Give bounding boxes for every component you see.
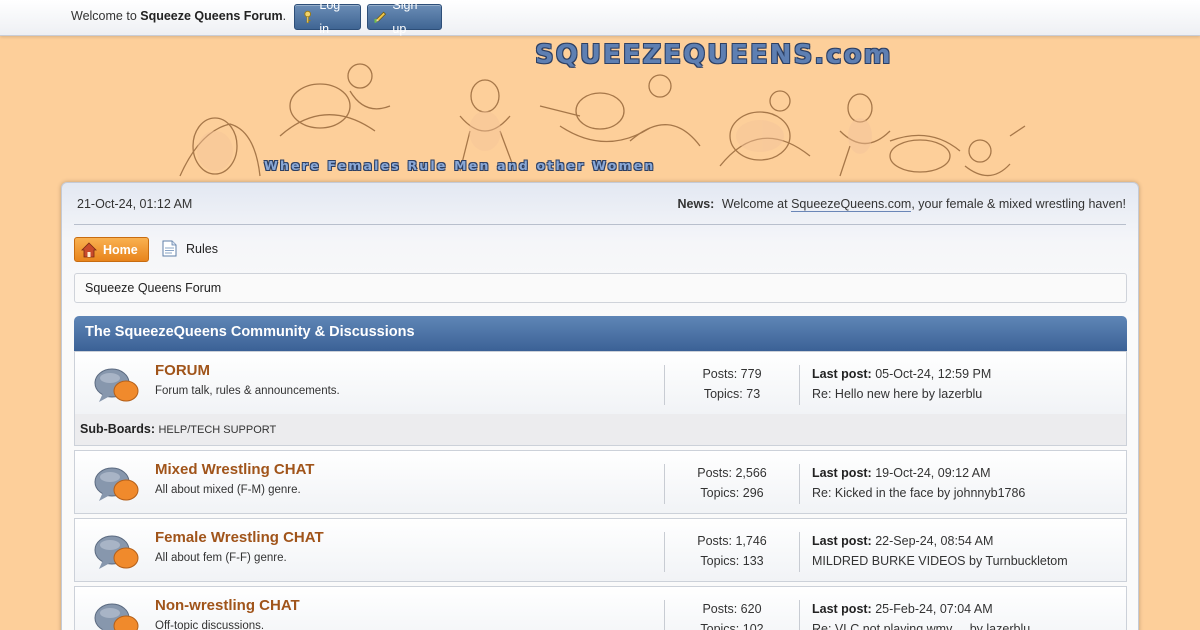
category-title[interactable]: The SqueezeQueens Community & Discussion… — [85, 324, 415, 340]
board-last-post: Last post: 22-Sep-24, 08:54 AM MILDRED B… — [812, 531, 1068, 571]
top-bar: Welcome to Squeeze Queens Forum. Log in … — [0, 0, 1200, 36]
current-date: 21-Oct-24, 01:12 AM — [77, 197, 193, 211]
chat-bubbles-icon — [94, 368, 139, 402]
document-icon — [162, 240, 177, 257]
nav-home-label: Home — [103, 242, 138, 257]
chat-bubbles-icon — [94, 535, 139, 569]
last-post-topic-link[interactable]: Re: Kicked in the face — [812, 486, 934, 500]
nav-rules-link[interactable]: Rules — [162, 240, 218, 257]
news-bar: News: Welcome at SqueezeQueens.com, your… — [677, 197, 1126, 212]
board-row: FORUM Forum talk, rules & announcements.… — [74, 351, 1127, 415]
nav-home-button[interactable]: Home — [74, 237, 149, 262]
last-post-label: Last post: — [812, 602, 872, 616]
last-post-topic-link[interactable]: Re: Hello new here — [812, 387, 918, 401]
last-post-by: by — [921, 387, 935, 401]
subboards-label: Sub-Boards: — [80, 422, 155, 436]
last-post-by: by — [937, 486, 951, 500]
divider — [74, 224, 1126, 225]
board-last-post: Last post: 19-Oct-24, 09:12 AM Re: Kicke… — [812, 463, 1025, 503]
welcome-prefix: Welcome to — [71, 9, 137, 23]
board-title-link[interactable]: Mixed Wrestling CHAT — [155, 461, 314, 478]
welcome-forum-name: Squeeze Queens Forum — [140, 9, 283, 23]
last-post-author-link[interactable]: Turnbuckletom — [985, 554, 1067, 568]
last-post-label: Last post: — [812, 367, 872, 381]
divider — [799, 532, 800, 572]
site-banner[interactable]: SQUEEZEQUEENS.com Where Females Rule Men… — [160, 36, 1040, 182]
board-posts-count: Posts: 1,746 — [697, 534, 767, 548]
board-row: Mixed Wrestling CHAT All about mixed (F-… — [74, 450, 1127, 514]
board-stats: Posts: 1,746 Topics: 133 — [665, 531, 799, 571]
divider — [799, 600, 800, 630]
subboards-row: Sub-Boards: HELP/TECH SUPPORT — [74, 414, 1127, 446]
divider — [799, 464, 800, 504]
subboard-link-help-tech-support[interactable]: HELP/TECH SUPPORT — [158, 424, 276, 436]
board-description: All about mixed (F-M) genre. — [155, 484, 301, 496]
board-last-post: Last post: 25-Feb-24, 07:04 AM Re: VLC n… — [812, 599, 1030, 630]
last-post-author-link[interactable]: lazerblu — [938, 387, 982, 401]
news-suffix: , your female & mixed wrestling haven! — [911, 197, 1126, 211]
board-row: Female Wrestling CHAT All about fem (F-F… — [74, 518, 1127, 582]
signup-button[interactable]: Sign up — [367, 0, 442, 36]
last-post-date[interactable]: 22-Sep-24, 08:54 AM — [875, 534, 993, 548]
board-posts-count: Posts: 779 — [702, 367, 762, 381]
board-title-link[interactable]: FORUM — [155, 362, 210, 379]
board-stats: Posts: 620 Topics: 102 — [665, 599, 799, 630]
board-last-post: Last post: 05-Oct-24, 12:59 PM Re: Hello… — [812, 364, 991, 404]
last-post-date[interactable]: 25-Feb-24, 07:04 AM — [875, 602, 992, 616]
welcome-text: Welcome to Squeeze Queens Forum. — [71, 9, 286, 23]
board-topics-count: Topics: 102 — [700, 622, 764, 630]
signup-label: Sign up — [392, 0, 418, 36]
board-description: All about fem (F-F) genre. — [155, 552, 287, 564]
breadcrumb-item[interactable]: Squeeze Queens Forum — [85, 281, 221, 295]
welcome-suffix: . — [282, 9, 287, 23]
main-container: 21-Oct-24, 01:12 AM News: Welcome at Squ… — [61, 182, 1139, 630]
chat-bubbles-icon — [94, 467, 139, 501]
key-icon — [304, 10, 312, 24]
house-icon — [81, 241, 97, 257]
login-label: Log in — [319, 0, 341, 36]
board-stats: Posts: 2,566 Topics: 296 — [665, 463, 799, 503]
board-description: Forum talk, rules & announcements. — [155, 385, 340, 397]
divider — [799, 365, 800, 405]
pencil-icon — [374, 11, 387, 23]
banner-title: SQUEEZEQUEENS.com — [535, 40, 893, 70]
category-header[interactable]: The SqueezeQueens Community & Discussion… — [74, 316, 1127, 351]
board-description: Off-topic discussions. — [155, 620, 265, 630]
last-post-label: Last post: — [812, 534, 872, 548]
last-post-by: by — [969, 622, 983, 630]
last-post-author-link[interactable]: lazerblu — [986, 622, 1030, 630]
last-post-label: Last post: — [812, 466, 872, 480]
nav-rules-label: Rules — [186, 241, 218, 256]
board-topics-count: Topics: 133 — [700, 554, 764, 568]
board-title-link[interactable]: Female Wrestling CHAT — [155, 529, 324, 546]
login-button[interactable]: Log in — [294, 0, 361, 36]
board-topics-count: Topics: 73 — [703, 387, 761, 401]
news-prefix: Welcome at — [721, 197, 788, 211]
last-post-topic-link[interactable]: Re: VLC not playing wmv ... — [812, 622, 966, 630]
news-label: News: — [677, 197, 715, 211]
board-title-link[interactable]: Non-wrestling CHAT — [155, 597, 300, 614]
last-post-by: by — [969, 554, 983, 568]
board-stats: Posts: 779 Topics: 73 — [665, 364, 799, 404]
banner-subtitle: Where Females Rule Men and other Women — [264, 158, 656, 173]
board-topics-count: Topics: 296 — [700, 486, 764, 500]
last-post-date[interactable]: 05-Oct-24, 12:59 PM — [875, 367, 991, 381]
last-post-topic-link[interactable]: MILDRED BURKE VIDEOS — [812, 554, 966, 568]
last-post-date[interactable]: 19-Oct-24, 09:12 AM — [875, 466, 990, 480]
board-posts-count: Posts: 620 — [702, 602, 762, 616]
last-post-author-link[interactable]: johnnyb1786 — [954, 486, 1026, 500]
board-posts-count: Posts: 2,566 — [697, 466, 767, 480]
news-link[interactable]: SqueezeQueens.com — [791, 197, 912, 212]
board-row: Non-wrestling CHAT Off-topic discussions… — [74, 586, 1127, 630]
breadcrumb[interactable]: Squeeze Queens Forum — [74, 273, 1127, 303]
chat-bubbles-icon — [94, 603, 139, 630]
